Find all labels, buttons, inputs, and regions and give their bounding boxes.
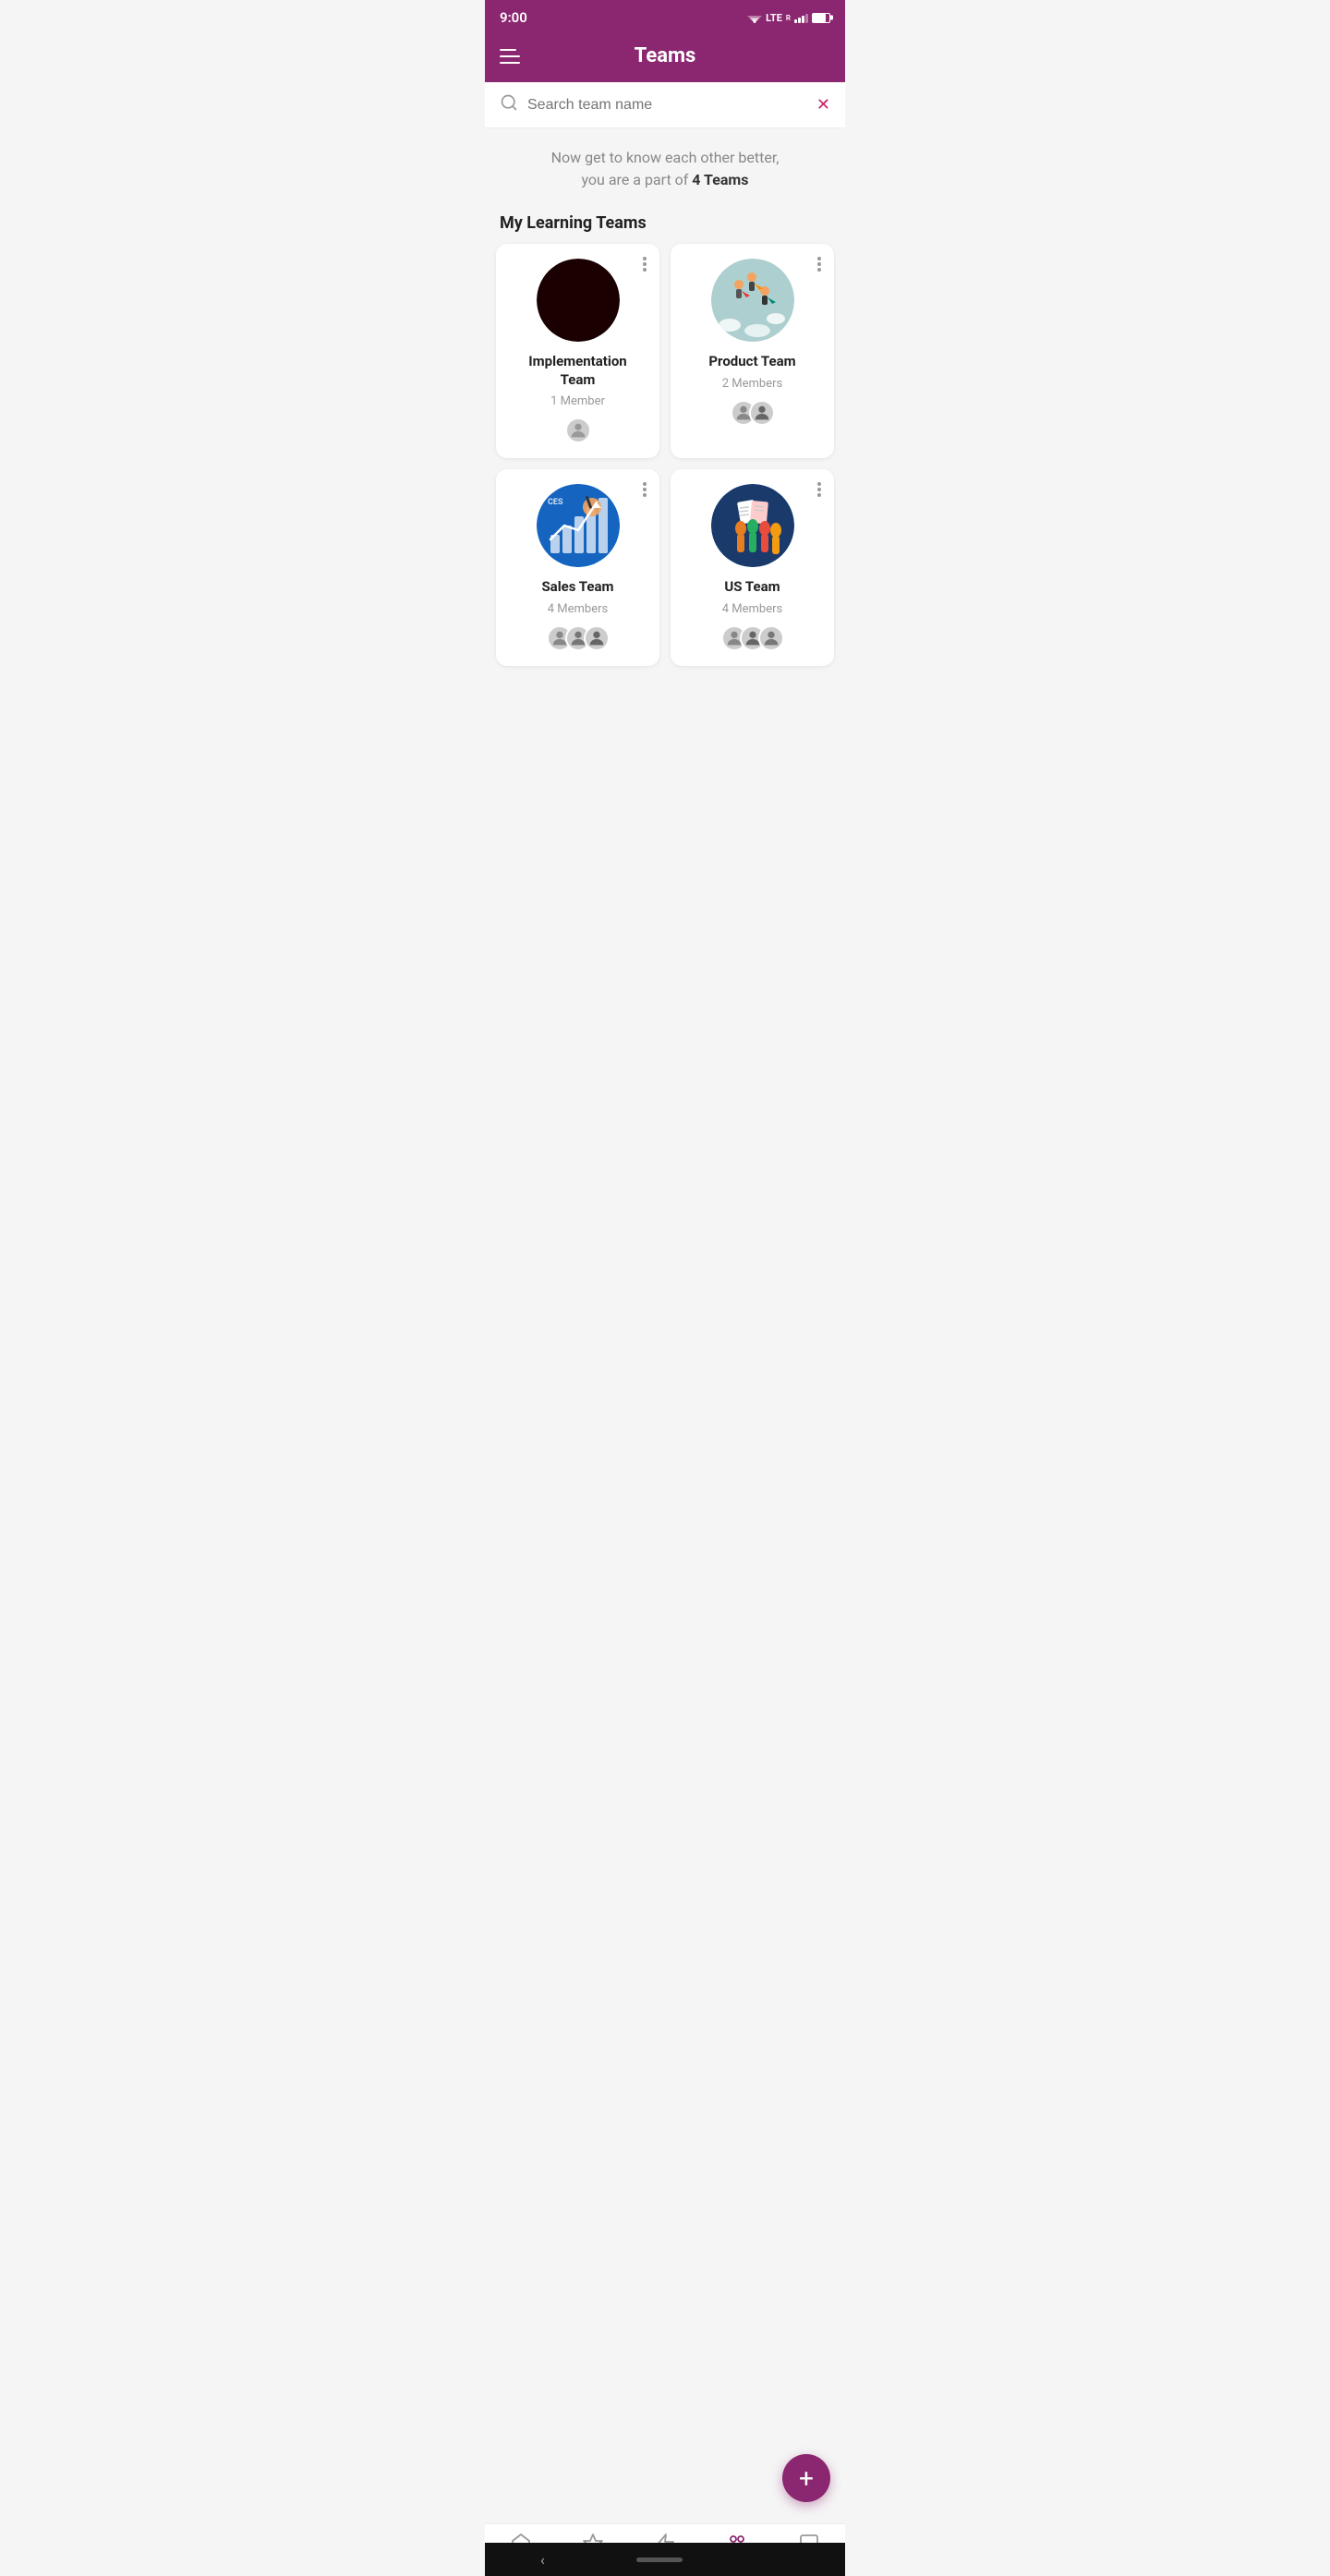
team-name-product: Product Team (708, 353, 795, 371)
more-options-us[interactable] (814, 478, 825, 501)
team-card-implementation[interactable]: ImplementationTeam 1 Member (496, 244, 659, 458)
team-member-count-implementation: 1 Member (550, 394, 605, 408)
member-avatars-us (721, 625, 784, 651)
team-avatar-us (711, 484, 794, 567)
fab-icon: + (799, 2463, 814, 2494)
intro-line1: Now get to know each other better, (551, 149, 780, 166)
signal-bars (794, 12, 808, 23)
team-name-sales: Sales Team (541, 578, 613, 597)
clear-search-icon[interactable]: ✕ (816, 95, 830, 115)
team-name-us: US Team (724, 578, 780, 597)
status-bar: 9:00 LTE R (485, 0, 845, 33)
member-avatar (565, 417, 591, 443)
wifi-icon (747, 12, 762, 23)
team-card-product[interactable]: Product Team 2 Members (671, 244, 834, 458)
android-home-indicator[interactable] (636, 2558, 683, 2562)
svg-text:CES: CES (548, 498, 563, 507)
team-member-count-us: 4 Members (722, 602, 782, 616)
member-avatars-product (731, 400, 775, 426)
android-nav-bar: ‹ (485, 2543, 845, 2576)
search-icon (500, 93, 518, 116)
page-title: Teams (635, 44, 696, 67)
team-card-sales[interactable]: CES Sales Team 4 Members (496, 469, 659, 666)
member-avatar (584, 625, 610, 651)
team-avatar-implementation (537, 259, 620, 342)
header: Teams (485, 33, 845, 82)
section-title: My Learning Teams (485, 206, 845, 244)
member-avatars-implementation (565, 417, 591, 443)
team-member-count-sales: 4 Members (548, 602, 608, 616)
android-back-button[interactable]: ‹ (540, 2551, 545, 2569)
member-avatar (758, 625, 784, 651)
intro-section: Now get to know each other better, you a… (485, 128, 845, 206)
more-options-implementation[interactable] (639, 253, 650, 275)
lte-superscript: R (786, 14, 791, 22)
team-avatar-sales: CES (537, 484, 620, 567)
teams-grid: ImplementationTeam 1 Member (485, 244, 845, 677)
member-avatars-sales (547, 625, 610, 651)
intro-line2: you are a part of (581, 171, 692, 188)
teams-count: 4 Teams (692, 171, 748, 188)
search-input[interactable] (527, 97, 807, 114)
status-time: 9:00 (500, 9, 527, 26)
more-options-sales[interactable] (639, 478, 650, 501)
team-member-count-product: 2 Members (722, 377, 782, 391)
menu-button[interactable] (500, 49, 520, 64)
status-icons: LTE R (747, 12, 830, 24)
lte-label: LTE (766, 12, 782, 24)
more-options-product[interactable] (814, 253, 825, 275)
search-bar: ✕ (485, 82, 845, 128)
member-avatar (749, 400, 775, 426)
team-name-implementation: ImplementationTeam (528, 353, 626, 389)
battery-icon (812, 13, 830, 23)
team-avatar-product (711, 259, 794, 342)
add-team-fab[interactable]: + (782, 2454, 830, 2502)
team-card-us[interactable]: US Team 4 Members (671, 469, 834, 666)
